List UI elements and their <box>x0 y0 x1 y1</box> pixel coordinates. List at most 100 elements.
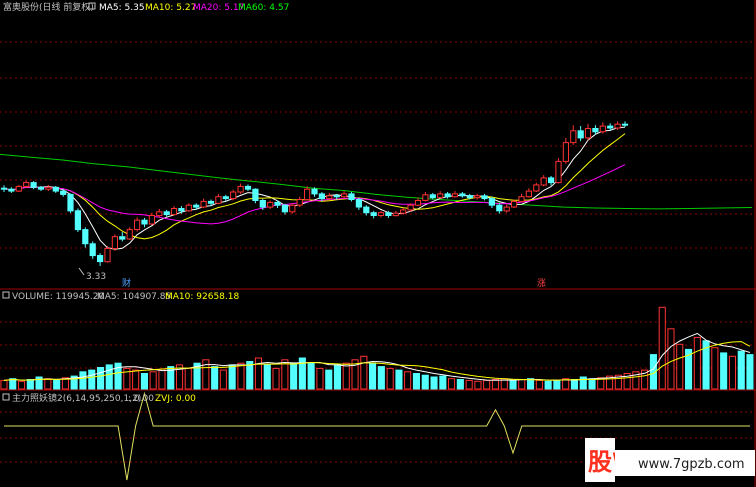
candle <box>555 158 562 184</box>
candle-body <box>414 200 422 206</box>
candle-body <box>599 125 606 133</box>
candle-body <box>466 195 473 199</box>
candle <box>170 206 178 216</box>
candle-body <box>348 193 355 200</box>
candle-body <box>237 185 244 193</box>
candle-body <box>89 243 96 257</box>
candle-body <box>614 123 621 129</box>
indicator-name: 主力照妖镜2(6,14,95,250,1,2) <box>12 392 141 404</box>
ma10-label: MA10: 5.27 <box>145 3 196 13</box>
candle-body <box>525 190 532 198</box>
candle <box>474 193 481 200</box>
candle-body <box>222 196 229 200</box>
volume-bar <box>746 354 754 390</box>
volume-bar <box>316 367 324 390</box>
candle-body <box>370 212 377 216</box>
candle <box>230 189 237 201</box>
watermark: 股W www.7gpzb.com <box>585 438 755 482</box>
ma5-label: MA5: 5.35 <box>99 3 145 13</box>
candle-body <box>37 186 45 190</box>
candle-body <box>385 212 392 216</box>
volume-bar <box>377 366 385 390</box>
candle-body <box>304 188 311 201</box>
candle-body <box>459 193 466 197</box>
volume-bar <box>254 357 262 390</box>
volume-bar <box>0 379 8 390</box>
candle <box>459 192 466 198</box>
volume-bar <box>535 379 543 390</box>
candle <box>621 121 629 128</box>
candle-body <box>259 200 266 208</box>
candle <box>400 208 407 215</box>
candle <box>562 137 569 164</box>
candle <box>548 176 555 186</box>
candle-body <box>156 211 163 217</box>
candle <box>89 241 96 259</box>
candle <box>525 188 532 198</box>
candle-body <box>444 193 451 198</box>
volume-bar <box>474 380 482 390</box>
candle-body <box>429 194 436 199</box>
candle <box>584 123 592 141</box>
volume-bar <box>737 350 745 390</box>
candle <box>503 204 510 213</box>
candle <box>252 188 259 204</box>
volume-label: VOLUME: 119945.20 <box>12 292 105 302</box>
volume-bar <box>18 380 26 390</box>
volume-bar <box>325 369 333 390</box>
volume-bar <box>9 378 17 390</box>
candle-body <box>488 198 495 206</box>
candle <box>97 253 104 266</box>
candle-body <box>8 188 15 192</box>
volume-bar <box>333 364 341 390</box>
candle <box>599 122 606 134</box>
candle <box>237 183 244 194</box>
volume-bar <box>404 371 412 390</box>
candle <box>422 192 429 202</box>
candle <box>481 193 488 201</box>
marker-cai: 财 <box>122 277 131 289</box>
indicator-zvj: ZVJ: 0.00 <box>155 394 196 404</box>
volume-bar <box>711 347 719 390</box>
volume-bar <box>105 364 113 390</box>
candle-body <box>533 184 540 192</box>
stock-chart[interactable]: 富奥股份(日线 前复权) MA5: 5.35 MA10: 5.27 MA20: … <box>0 0 756 487</box>
volume-bar <box>219 369 227 390</box>
volume-bar <box>132 369 140 390</box>
volume-bar <box>228 364 236 390</box>
candle-body <box>555 160 562 184</box>
volume-bar <box>421 374 429 390</box>
volume-bar <box>263 364 271 390</box>
candle-body <box>474 195 481 199</box>
candle-body <box>540 177 547 186</box>
candle <box>200 198 207 208</box>
volume-bar <box>720 352 728 390</box>
candle <box>74 208 82 232</box>
candle-body <box>400 209 407 214</box>
volume-bar <box>307 362 315 390</box>
candle-body <box>60 190 67 195</box>
volume-bar <box>272 367 280 390</box>
volume-bar <box>211 366 219 390</box>
candle-body <box>296 199 303 206</box>
candle-body <box>281 204 288 213</box>
candle-body <box>170 208 178 216</box>
volume-bar <box>491 379 499 390</box>
candle-body <box>318 193 325 200</box>
candle <box>8 187 15 193</box>
stock-title: 富奥股份(日线 前复权) <box>3 1 94 13</box>
candle <box>244 184 252 192</box>
volume-toggle-icon[interactable] <box>2 291 10 299</box>
candle-body <box>363 206 370 214</box>
candle-body <box>355 199 362 208</box>
candle <box>111 234 119 251</box>
candle-body <box>289 204 296 213</box>
candle-body <box>67 193 74 212</box>
indicator-toggle-icon[interactable] <box>2 393 10 401</box>
candle <box>52 185 59 193</box>
volume-bar <box>290 362 298 390</box>
candle <box>437 191 444 199</box>
candle <box>341 191 348 199</box>
candle <box>363 205 370 216</box>
candle-body <box>570 130 577 144</box>
